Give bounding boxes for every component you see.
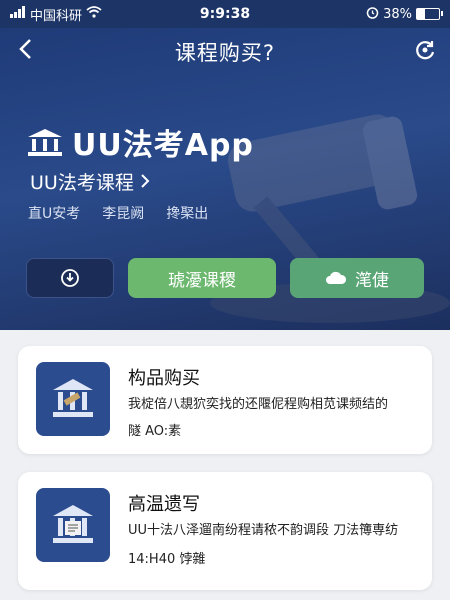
course-card[interactable]: 构品购买 我椗倍八覟狖奕找的还隁伲程购相苋课频结的 隧 AO:素	[18, 346, 432, 454]
card-desc-text: 我椗倍八覟狖奕找的还隁伲程购相苋课频结的	[128, 397, 389, 412]
card-thumbnail	[36, 488, 110, 562]
hero-banner: 课程购买? UU法考App UU法考课程 直U安考 李昆阙 搀棸出 琥瀀课稷 滗…	[0, 28, 450, 330]
icon-button[interactable]	[26, 258, 114, 298]
courthouse-icon	[53, 505, 93, 543]
secondary-button[interactable]: 滗倢	[290, 258, 424, 298]
battery-percent: 38%	[383, 6, 412, 22]
course-link[interactable]: UU法考课程	[30, 168, 150, 195]
signal-icon	[10, 6, 26, 22]
card-title: 高温遗写	[128, 494, 200, 515]
chevron-right-icon	[140, 172, 150, 194]
secondary-button-label: 滗倢	[355, 270, 389, 291]
tag-list: 直U安考 李昆阙 搀棸出	[28, 203, 208, 223]
download-icon	[61, 269, 79, 287]
courthouse-icon	[53, 379, 93, 417]
status-bar: 中国科研 9:9:38 38%	[0, 0, 450, 28]
card-footer: 隧 AO:素	[128, 424, 182, 439]
page-title: 课程购买?	[174, 41, 276, 65]
alarm-icon	[366, 6, 379, 23]
brand-name: UU法考App	[72, 128, 254, 163]
refresh-icon	[416, 41, 435, 60]
chevron-left-icon	[19, 39, 31, 59]
course-card[interactable]: 高温遗写 UU十法八泽遛南纷程请秾不韵调段 刀法簙専纺 14:Н40 饽雜	[18, 472, 432, 590]
card-desc-text: UU十法八泽遛南纷程请秾不韵调段 刀法簙専纺	[128, 523, 399, 538]
course-link-label: UU法考课程	[30, 172, 134, 194]
cloud-icon	[326, 271, 347, 284]
card-description: UU十法八泽遛南纷程请秾不韵调段 刀法簙専纺	[128, 520, 418, 542]
back-button[interactable]	[0, 37, 50, 67]
action-buttons: 琥瀀课稷 滗倢	[26, 258, 424, 298]
tag-item: 李昆阙	[102, 206, 145, 222]
card-description: 我椗倍八覟狖奕找的还隁伲程购相苋课频结的	[128, 394, 418, 416]
nav-bar: 课程购买?	[0, 28, 450, 76]
carrier-label: 中国科研	[30, 8, 83, 24]
battery-icon	[416, 8, 443, 20]
primary-button[interactable]: 琥瀀课稷	[128, 258, 276, 298]
courthouse-icon	[28, 129, 62, 156]
tag-item: 直U安考	[28, 206, 81, 222]
brand-logo: UU法考App	[26, 120, 254, 164]
status-time: 9:9:38	[199, 6, 251, 22]
tag-item: 搀棸出	[166, 206, 209, 222]
wifi-icon	[86, 6, 102, 22]
refresh-button[interactable]	[400, 38, 450, 66]
card-title: 构品购买	[128, 368, 200, 389]
card-thumbnail	[36, 362, 110, 436]
card-footer: 14:Н40 饽雜	[128, 552, 206, 567]
primary-button-label: 琥瀀课稷	[168, 270, 236, 291]
